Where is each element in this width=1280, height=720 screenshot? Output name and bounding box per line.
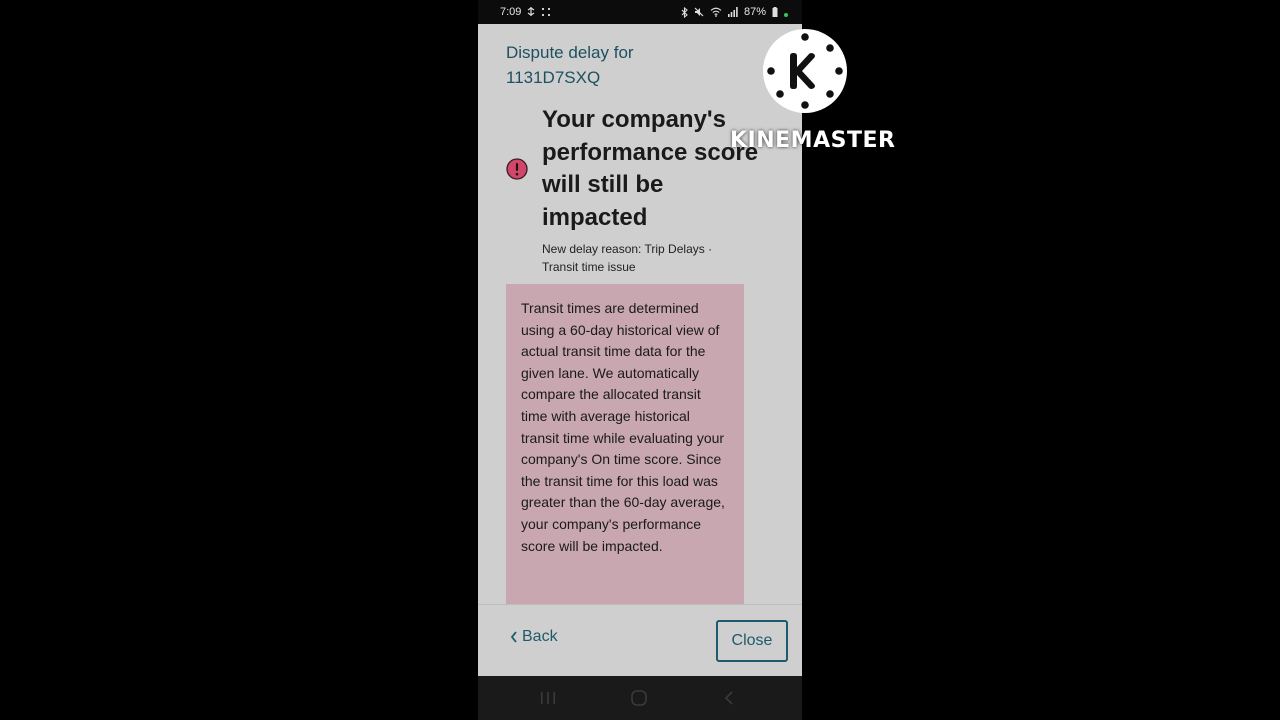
delay-reason: New delay reason: Trip Delays · Transit … xyxy=(542,242,713,274)
mute-icon xyxy=(694,7,704,17)
transit-info-text: Transit times are determined using a 60-… xyxy=(521,300,725,554)
home-icon[interactable] xyxy=(627,688,651,708)
signal-icon xyxy=(727,7,738,17)
error-alert-icon xyxy=(506,158,528,180)
dots-icon xyxy=(542,8,551,16)
back-button[interactable]: Back xyxy=(510,628,558,646)
footer-divider xyxy=(478,604,802,605)
chevron-left-icon xyxy=(510,631,517,643)
status-right: 87% xyxy=(681,6,788,18)
battery-percentage: 87% xyxy=(743,6,766,18)
system-navigation-bar xyxy=(478,676,802,720)
kinemaster-logo-icon xyxy=(763,29,847,113)
status-left: 7:09 xyxy=(500,6,551,18)
status-time: 7:09 xyxy=(500,6,522,18)
battery-icon xyxy=(772,7,778,17)
back-nav-icon[interactable] xyxy=(718,688,742,708)
transit-info-box: Transit times are determined using a 60-… xyxy=(506,284,744,604)
usb-debug-icon xyxy=(528,7,535,16)
modal-title: Dispute delay for 1131D7SXQ xyxy=(506,43,634,87)
recent-apps-icon[interactable] xyxy=(536,688,560,708)
kinemaster-watermark-text: KINEMASTER xyxy=(730,128,896,153)
bluetooth-icon xyxy=(681,6,688,18)
wifi-icon xyxy=(710,7,722,17)
privacy-indicator xyxy=(784,13,788,17)
kinemaster-watermark: KINEMASTER xyxy=(730,28,896,158)
status-bar: 7:09 87% xyxy=(478,0,802,24)
back-button-label: Back xyxy=(522,628,558,645)
close-button[interactable]: Close xyxy=(716,620,788,662)
